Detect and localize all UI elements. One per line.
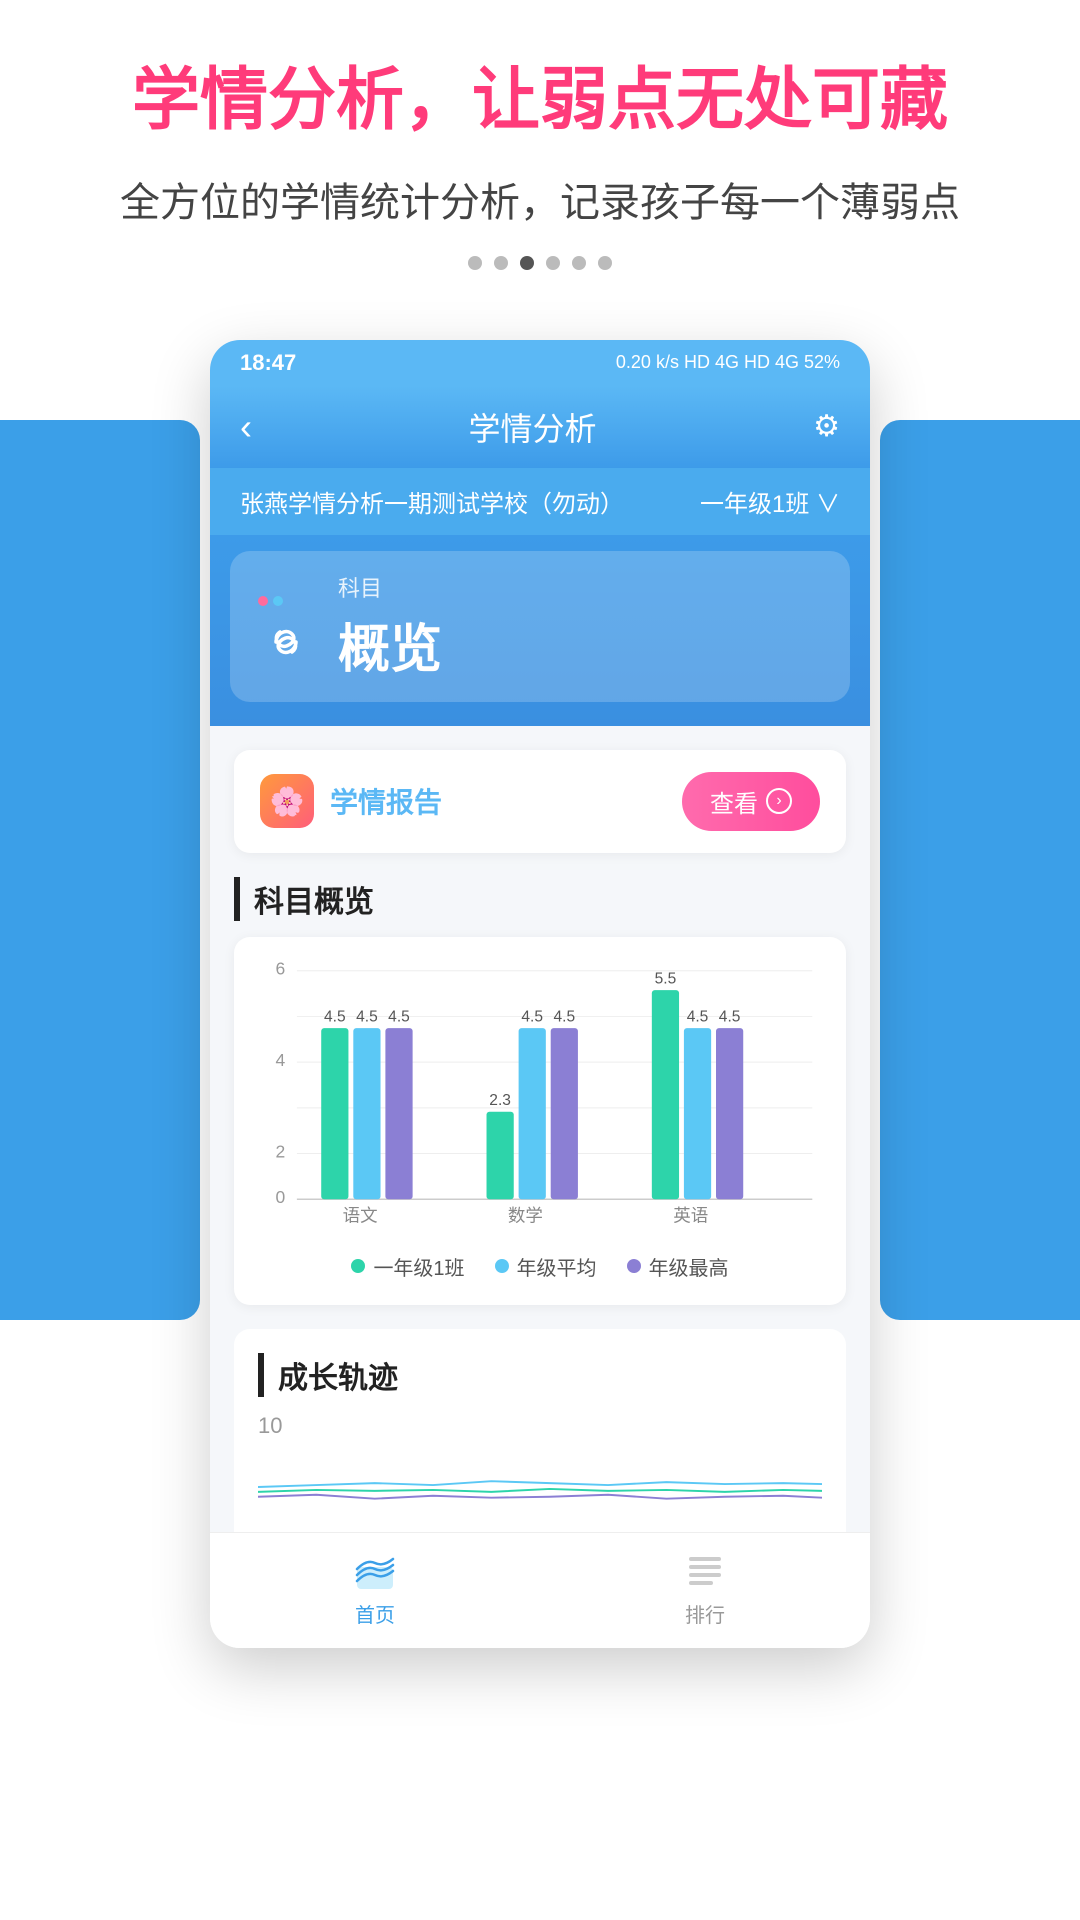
dot-pink [258,596,268,606]
header-title: 学情分析 [469,404,597,450]
report-left: 🌸 学情报告 [260,774,442,828]
nav-label-home: 首页 [355,1599,395,1628]
promo-title: 学情分析，让弱点无处可藏 [40,60,1040,142]
app-header: ‹ 学情分析 ⚙ [210,386,870,468]
subject-small-label: 科目 [338,571,822,603]
phone-mockup-wrapper: 18:47 0.20 k/s HD 4G HD 4G 52% ‹ 学情分析 ⚙ … [0,340,1080,1648]
svg-text:4.5: 4.5 [687,1008,709,1025]
subject-card[interactable]: 科目 概览 [230,551,850,702]
svg-text:4: 4 [276,1050,286,1070]
dot-2 [494,256,508,270]
legend-dot-2 [495,1259,509,1273]
svg-text:4.5: 4.5 [719,1008,741,1025]
blue-bg-right [880,420,1080,1320]
svg-text:2: 2 [276,1141,286,1161]
svg-text:4.5: 4.5 [521,1008,543,1025]
status-icons: 0.20 k/s HD 4G HD 4G 52% [616,352,840,373]
legend-dot-1 [351,1259,365,1273]
dots-row [40,256,1040,270]
flower-icon: 🌸 [260,774,314,828]
chart-container: 6 4 2 0 4.5 4.5 4.5 [234,937,846,1305]
nav-item-home[interactable]: 首页 [353,1549,397,1628]
status-bar: 18:47 0.20 k/s HD 4G HD 4G 52% [210,340,870,386]
subject-overview-title: 科目概览 [234,877,846,921]
nav-item-rank[interactable]: 排行 [683,1549,727,1628]
view-btn-label: 查看 [710,784,758,819]
content-area: 🌸 学情报告 查看 › 科目概览 [210,726,870,1532]
legend-item-2: 年级平均 [495,1252,597,1281]
status-time: 18:47 [240,350,296,376]
view-report-button[interactable]: 查看 › [682,772,820,831]
svg-text:英语: 英语 [673,1205,708,1225]
bar-chart-svg: 6 4 2 0 4.5 4.5 4.5 [258,961,822,1233]
nav-label-rank: 排行 [685,1599,725,1628]
subject-label-wrap: 科目 概览 [338,571,822,682]
dot-5 [572,256,586,270]
rank-icon [683,1549,727,1593]
school-name: 张燕学情分析一期测试学校（勿动） [240,484,624,519]
loop-icon [258,614,314,670]
svg-text:6: 6 [276,961,286,979]
status-right-icons: 0.20 k/s HD 4G HD 4G 52% [616,352,840,373]
svg-text:语文: 语文 [343,1205,378,1225]
svg-text:4.5: 4.5 [388,1008,410,1025]
promo-subtitle: 全方位的学情统计分析，记录孩子每一个薄弱点 [40,170,1040,228]
legend-dot-3 [627,1259,641,1273]
svg-text:4.5: 4.5 [553,1008,575,1025]
subject-icon-wrap [258,596,318,656]
dot-6 [598,256,612,270]
phone-frame: 18:47 0.20 k/s HD 4G HD 4G 52% ‹ 学情分析 ⚙ … [210,340,870,1648]
blue-bg-left [0,420,200,1320]
growth-section: 成长轨迹 10 [234,1329,846,1532]
dot-1 [468,256,482,270]
legend-label-1: 一年级1班 [373,1252,464,1281]
growth-title: 成长轨迹 [258,1353,822,1397]
class-selector[interactable]: 一年级1班 ∨ [700,484,840,519]
svg-text:4.5: 4.5 [324,1008,346,1025]
subject-dots [258,596,318,606]
svg-text:4.5: 4.5 [356,1008,378,1025]
chart-legend: 一年级1班 年级平均 年级最高 [258,1252,822,1281]
bottom-nav: 首页 排行 [210,1532,870,1648]
growth-chart-svg [258,1447,822,1527]
home-icon [353,1549,397,1593]
legend-label-3: 年级最高 [649,1252,729,1281]
settings-button[interactable]: ⚙ [813,409,840,444]
school-bar: 张燕学情分析一期测试学校（勿动） 一年级1班 ∨ [210,468,870,535]
back-button[interactable]: ‹ [240,406,252,448]
report-card: 🌸 学情报告 查看 › [234,750,846,853]
svg-text:2.3: 2.3 [489,1092,511,1109]
dot-blue [273,596,283,606]
bottom-spacer [0,1648,1080,1728]
svg-text:5.5: 5.5 [655,970,677,987]
subject-big-label: 概览 [338,607,822,682]
report-title: 学情报告 [330,781,442,821]
subject-overview-section: 科目概览 6 4 2 0 [234,877,846,1305]
dot-3 [520,256,534,270]
promo-section: 学情分析，让弱点无处可藏 全方位的学情统计分析，记录孩子每一个薄弱点 [0,0,1080,340]
svg-text:数学: 数学 [508,1205,543,1225]
subject-tab-area: 科目 概览 [210,535,870,726]
growth-y-label: 10 [258,1413,822,1439]
view-btn-arrow-icon: › [766,788,792,814]
legend-item-3: 年级最高 [627,1252,729,1281]
dot-4 [546,256,560,270]
legend-label-2: 年级平均 [517,1252,597,1281]
legend-item-1: 一年级1班 [351,1252,464,1281]
svg-text:0: 0 [276,1187,286,1207]
